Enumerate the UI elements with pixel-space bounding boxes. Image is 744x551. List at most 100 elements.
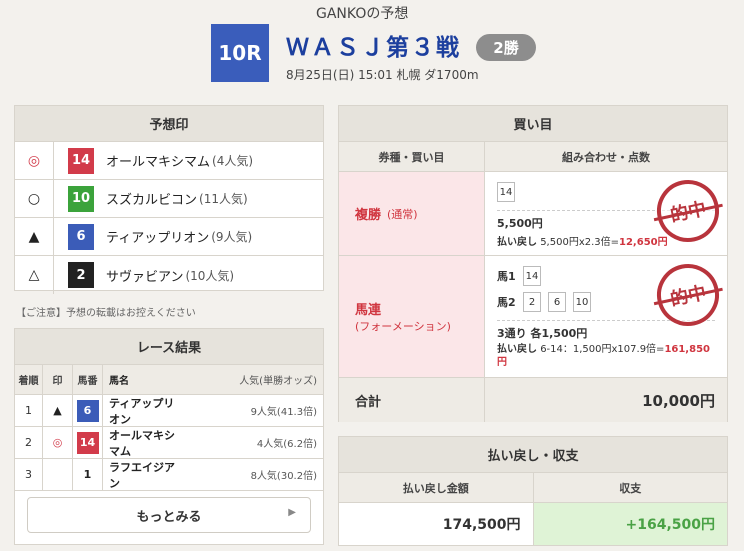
- results-header-row: 着順 印 馬番 馬名 人気(単勝オッズ): [15, 365, 323, 395]
- col-payout: 払い戻し金額: [339, 473, 534, 502]
- payout-label: 払い戻し: [497, 237, 537, 248]
- payout-values-row: 174,500円 +164,500円: [339, 503, 727, 545]
- horse-number-badge: 14: [68, 147, 94, 174]
- pick-number: 6: [548, 292, 566, 312]
- bet-subtype: (フォーメーション): [355, 320, 451, 333]
- bet-type: 馬連 (フォーメーション): [339, 256, 485, 377]
- col-bet-type: 券種・買い目: [339, 142, 485, 171]
- bet-type-label: 馬連: [355, 303, 382, 318]
- payout-value: 174,500円: [339, 503, 534, 545]
- result-row: 2 ◎ 14 オールマキシマム 4人気(6.2倍): [15, 427, 323, 459]
- result-rank: 1: [15, 395, 43, 426]
- bet-amount: 3通り 各1,500円: [497, 327, 588, 340]
- payout-label: 払い戻し: [497, 344, 537, 355]
- result-horse-name: ラフエイジアン: [109, 460, 175, 490]
- result-horse-name: ティアップリオン: [109, 396, 175, 426]
- results-list: 1 ▲ 6 ティアップリオン 9人気(41.3倍) 2 ◎ 14 オールマキシマム 4人気(6.2…: [15, 395, 323, 491]
- bet-row: 複勝 (通常) 14 5,500円 払い戻し 5,500円x2.3倍=12,65…: [339, 172, 727, 256]
- result-mark: ◎: [43, 427, 73, 458]
- horse-name: ティアップリオン: [106, 231, 210, 246]
- pick-number: 14: [523, 266, 541, 286]
- race-name: ＷＡＳＪ第３戦: [286, 35, 461, 61]
- predictions-list: ◎ 14 オールマキシマム (4人気) ○ 10 スズカルビコン (11人気) ▲ 6 ティアップリ…: [15, 142, 323, 294]
- horse-name: スズカルビコン: [106, 193, 198, 208]
- col-mark: 印: [43, 365, 73, 394]
- result-number-cell: 1: [73, 459, 103, 490]
- horse-number-badge: 1: [76, 463, 99, 486]
- result-horse-name: オールマキシマム: [109, 428, 175, 458]
- prediction-mark: ▲: [15, 218, 54, 255]
- col-rank: 着順: [15, 365, 43, 394]
- race-info: 8月25日(日) 15:01 札幌 ダ1700m: [286, 68, 479, 82]
- col-number: 馬番: [73, 365, 103, 394]
- horse-name: オールマキシマム: [106, 155, 211, 170]
- predictor-title: GANKOの予想: [316, 6, 409, 22]
- axis1-label: 馬1: [497, 270, 516, 283]
- result-row: 3 1 ラフエイジアン 8人気(30.2倍): [15, 459, 323, 491]
- col-odds: 人気(単勝オッズ): [239, 376, 317, 387]
- result-odds: 9人気(41.3倍): [250, 407, 317, 418]
- horse-number-badge: 10: [68, 185, 94, 212]
- horse-popularity: (10人気): [185, 268, 235, 283]
- result-number-cell: 6: [73, 395, 103, 426]
- predictions-title: 予想印: [15, 106, 323, 142]
- total-value: 10,000円: [485, 378, 727, 422]
- bet-type: 複勝 (通常): [339, 172, 485, 255]
- bet-type-label: 複勝: [355, 208, 382, 223]
- bet-detail: 馬1 14 馬2 2 6 10 3通り 各1,500円 払い戻し 6-14：1,…: [485, 256, 727, 377]
- horse-name: サヴァビアン: [106, 269, 184, 285]
- bets-header-row: 券種・買い目 組み合わせ・点数: [339, 142, 727, 172]
- result-mark: ▲: [43, 395, 73, 426]
- horse-number-badge: 2: [68, 262, 94, 288]
- horse-number-badge: 6: [68, 223, 94, 250]
- result-odds: 8人気(30.2倍): [250, 471, 317, 482]
- race-header: GANKOの予想 10R ＷＡＳＪ第３戦 2勝 8月25日(日) 15:01 札…: [0, 0, 744, 96]
- prediction-mark: △: [15, 256, 54, 294]
- axis2-label: 馬2: [497, 296, 516, 309]
- horse-popularity: (4人気): [212, 154, 254, 168]
- total-row: 合計 10,000円: [339, 378, 727, 422]
- result-number-cell: 14: [73, 427, 103, 458]
- prediction-row: △ 2 サヴァビアン (10人気): [15, 256, 323, 294]
- more-button[interactable]: もっとみる ▶: [27, 497, 311, 533]
- results-title: レース結果: [15, 329, 323, 365]
- bets-panel: 買い目 券種・買い目 組み合わせ・点数 複勝 (通常) 14 5,500円 払い…: [338, 105, 728, 422]
- pick-number: 2: [523, 292, 541, 312]
- prediction-mark: ◎: [15, 142, 54, 179]
- prediction-mark: ○: [15, 180, 54, 217]
- pick-number: 10: [573, 292, 591, 312]
- col-name: 馬名: [109, 376, 129, 387]
- bet-payout: 払い戻し 6-14：1,500円x107.9倍=161,850円: [497, 343, 715, 369]
- bet-detail: 14 5,500円 払い戻し 5,500円x2.3倍=12,650円 的中: [485, 172, 727, 255]
- payout-panel: 払い戻し・収支 払い戻し金額 収支 174,500円 +164,500円: [338, 436, 728, 546]
- result-mark: [43, 459, 73, 490]
- bet-row: 馬連 (フォーメーション) 馬1 14 馬2 2 6 10 3通り 各1,500…: [339, 256, 727, 378]
- predictions-panel: 予想印 ◎ 14 オールマキシマム (4人気) ○ 10 スズカルビコン (11人気) ▲ 6 ティ…: [14, 105, 324, 294]
- payout-total: 12,650円: [619, 237, 668, 248]
- more-button-label: もっとみる: [136, 509, 202, 525]
- bet-subtype: (通常): [387, 207, 418, 221]
- race-class-badge: 2勝: [476, 34, 536, 61]
- prediction-row: ▲ 6 ティアップリオン (9人気): [15, 218, 323, 256]
- payout-title: 払い戻し・収支: [339, 437, 727, 473]
- result-rank: 2: [15, 427, 43, 458]
- horse-number-badge: 6: [76, 399, 99, 422]
- bets-title: 買い目: [339, 106, 727, 142]
- balance-value: +164,500円: [533, 503, 727, 545]
- payout-header-row: 払い戻し金額 収支: [339, 473, 727, 503]
- horse-popularity: (9人気): [211, 230, 253, 244]
- race-number-badge: 10R: [211, 24, 269, 82]
- horse-popularity: (11人気): [199, 192, 248, 206]
- payout-calc: 5,500円x2.3倍=: [540, 237, 620, 248]
- notice-text: 【ご注意】予想の転載はお控えください: [16, 308, 196, 319]
- chevron-right-icon: ▶: [288, 507, 296, 518]
- horse-number-badge: 14: [76, 431, 99, 454]
- col-balance: 収支: [619, 481, 642, 495]
- col-combo: 組み合わせ・点数: [562, 150, 650, 164]
- result-row: 1 ▲ 6 ティアップリオン 9人気(41.3倍): [15, 395, 323, 427]
- pick-number: 14: [497, 182, 515, 202]
- result-odds: 4人気(6.2倍): [256, 439, 317, 450]
- prediction-row: ◎ 14 オールマキシマム (4人気): [15, 142, 323, 180]
- total-label: 合計: [339, 378, 485, 422]
- payout-calc: 6-14：1,500円x107.9倍=: [540, 344, 665, 355]
